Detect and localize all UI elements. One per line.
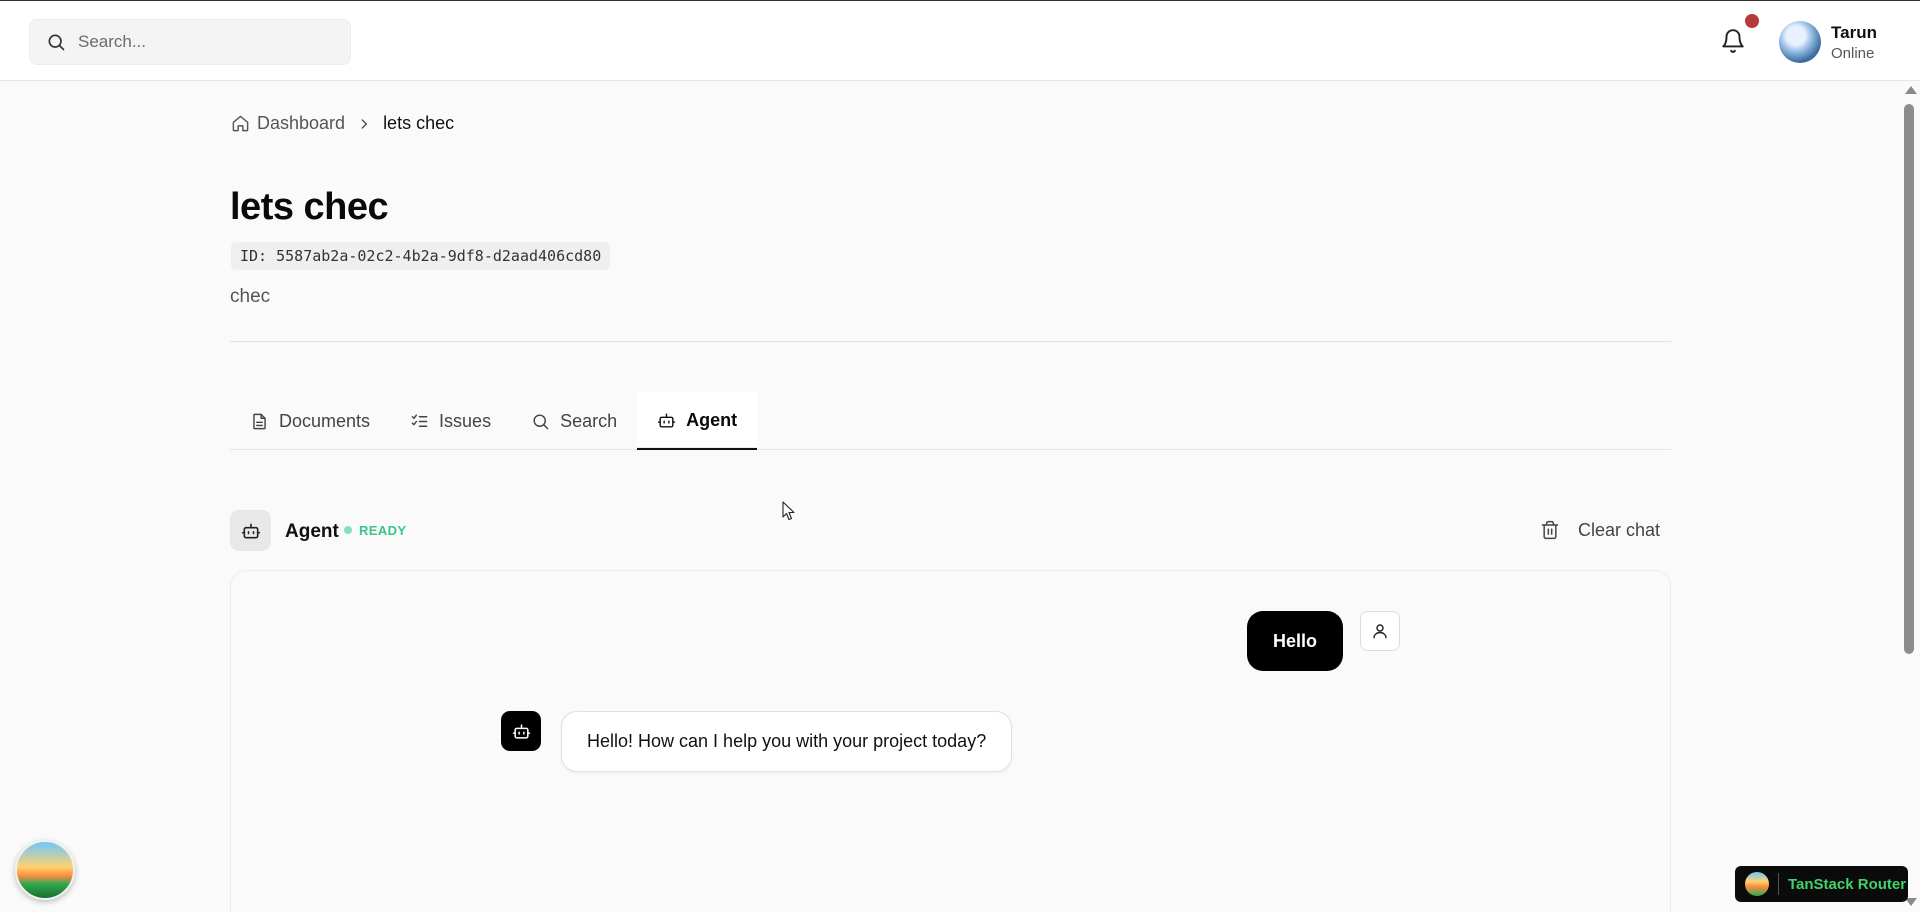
- assistant-message: Hello! How can I help you with your proj…: [561, 711, 1013, 772]
- user-message: Hello: [1247, 611, 1344, 671]
- scroll-thumb[interactable]: [1904, 104, 1914, 654]
- file-text-icon: [253, 413, 266, 429]
- search-icon: [48, 34, 65, 51]
- search-input[interactable]: [78, 32, 338, 52]
- breadcrumb-current: lets chec: [383, 113, 455, 133]
- project-tabs: Documents Issues Search Agent: [230, 392, 1671, 450]
- tanstack-router-devtools-button[interactable]: TanStack Router: [1735, 866, 1908, 902]
- tab-documents-label: Documents: [279, 410, 371, 431]
- header-divider: [230, 341, 1671, 342]
- chevron-right-icon: [361, 118, 368, 129]
- clear-chat-label: Clear chat: [1578, 519, 1661, 540]
- tab-issues[interactable]: Issues: [390, 392, 511, 450]
- user-status: Online: [1831, 45, 1875, 62]
- tab-documents[interactable]: Documents: [230, 392, 390, 450]
- agent-name: Agent: [285, 521, 339, 542]
- status-dot: [344, 526, 352, 534]
- mouse-cursor-icon: [782, 501, 795, 521]
- bell-icon[interactable]: [1720, 27, 1746, 55]
- breadcrumb-separator: [357, 117, 371, 131]
- breadcrumb-dashboard-label: Dashboard: [257, 113, 346, 133]
- assistant-message-avatar: [501, 711, 541, 751]
- project-description: chec: [230, 286, 271, 307]
- agent-avatar: [230, 510, 271, 551]
- tab-agent[interactable]: Agent: [637, 392, 758, 450]
- search-icon: [533, 413, 549, 429]
- devtools-toggle-button[interactable]: [15, 840, 75, 900]
- user-avatar[interactable]: [1779, 21, 1821, 63]
- notification-dot: [1745, 14, 1759, 28]
- top-bar: Tarun Online: [0, 0, 1920, 81]
- user-name[interactable]: Tarun: [1831, 23, 1877, 43]
- tanstack-router-label: TanStack Router: [1788, 875, 1907, 893]
- scroll-up-arrow[interactable]: [1905, 86, 1917, 94]
- breadcrumb: Dashboard lets chec: [231, 113, 454, 134]
- global-search[interactable]: [29, 19, 351, 65]
- trash-icon: [1541, 520, 1559, 540]
- breadcrumb-dashboard[interactable]: Dashboard: [231, 113, 345, 134]
- tab-issues-label: Issues: [439, 410, 492, 431]
- tab-search-label: Search: [560, 410, 618, 431]
- tab-agent-label: Agent: [686, 409, 738, 430]
- user-icon: [1373, 624, 1387, 639]
- clear-chat-button[interactable]: Clear chat: [1540, 519, 1660, 541]
- bot-icon: [657, 412, 676, 428]
- devtools-separator: [1778, 873, 1779, 895]
- status-badge: READY: [359, 523, 407, 538]
- home-icon: [232, 115, 249, 132]
- list-checks-icon: [411, 413, 428, 427]
- bot-icon: [241, 523, 260, 538]
- project-id: ID: 5587ab2a-02c2-4b2a-9df8-d2aad406cd80: [231, 242, 611, 270]
- user-message-avatar: [1360, 611, 1400, 651]
- bot-icon: [512, 723, 530, 739]
- page-title: lets chec: [230, 186, 389, 228]
- tab-search[interactable]: Search: [511, 392, 637, 450]
- tanstack-logo-icon: [1745, 872, 1769, 896]
